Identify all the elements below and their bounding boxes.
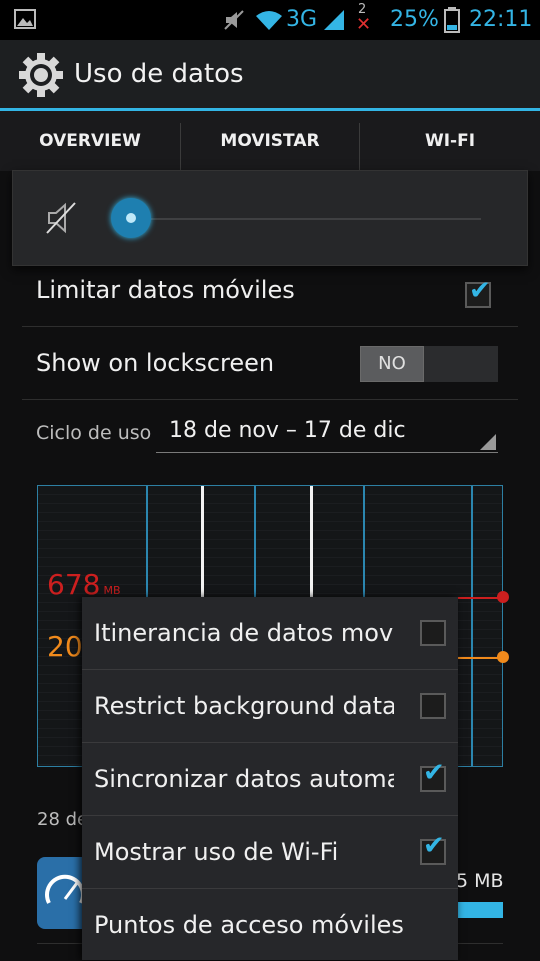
status-bar: 3G 2 ✕ 25% 22:11	[0, 0, 540, 40]
chart-gridline	[471, 486, 473, 766]
lockscreen-toggle[interactable]: NO	[360, 346, 498, 382]
usage-cycle-label: Ciclo de uso	[36, 422, 152, 444]
clock: 22:11	[469, 7, 533, 32]
network-type: 3G	[286, 7, 318, 32]
divider	[22, 326, 518, 327]
menu-item-data-roaming[interactable]: Itinerancia de datos mov	[82, 597, 458, 669]
page-title: Uso de datos	[74, 59, 244, 89]
overflow-menu: Itinerancia de datos mov Restrict backgr…	[82, 597, 458, 960]
settings-gear-icon[interactable]	[18, 52, 64, 98]
battery-icon	[444, 7, 460, 33]
volume-thumb-center	[126, 213, 136, 223]
checkmark-icon: ✔	[423, 831, 445, 861]
tab-bar: OVERVIEW MOVISTAR WI-FI	[0, 111, 540, 171]
wifi-icon	[256, 11, 282, 30]
checkmark-icon: ✔	[469, 276, 491, 306]
warning-handle[interactable]	[497, 651, 509, 663]
tab-movistar[interactable]: MOVISTAR	[181, 111, 359, 171]
divider	[22, 399, 518, 400]
menu-checkbox[interactable]	[420, 620, 446, 646]
toggle-thumb: NO	[360, 346, 424, 382]
app-usage-amount: 5 MB	[456, 870, 504, 892]
speedometer-icon	[45, 874, 85, 904]
menu-item-label: Restrict background data	[94, 692, 394, 720]
usage-cycle-value: 18 de nov – 17 de dic	[169, 418, 406, 443]
warning-value[interactable]: 20	[47, 630, 83, 663]
usage-date-range: 28 de	[37, 809, 89, 830]
checkmark-icon: ✔	[423, 758, 445, 788]
warning-line[interactable]	[456, 657, 502, 659]
spinner-arrow-icon	[480, 434, 496, 450]
signal-icon	[324, 10, 344, 30]
limit-mobile-data-checkbox[interactable]: ✔	[463, 278, 493, 308]
menu-item-label: Mostrar uso de Wi-Fi	[94, 838, 339, 866]
tab-overview[interactable]: OVERVIEW	[0, 111, 180, 171]
menu-item-mobile-hotspots[interactable]: Puntos de acceso móviles	[82, 889, 458, 961]
mute-icon	[224, 10, 244, 30]
menu-item-restrict-background[interactable]: Restrict background data	[82, 670, 458, 742]
show-on-lockscreen-label: Show on lockscreen	[36, 349, 275, 377]
limit-handle[interactable]	[497, 591, 509, 603]
menu-checkbox[interactable]	[420, 693, 446, 719]
menu-item-show-wifi-usage[interactable]: Mostrar uso de Wi-Fi ✔	[82, 816, 458, 888]
speaker-muted-icon[interactable]	[45, 201, 79, 235]
action-bar: Uso de datos	[0, 40, 540, 111]
menu-item-label: Itinerancia de datos mov	[94, 619, 394, 647]
volume-panel	[12, 170, 528, 266]
menu-item-label: Puntos de acceso móviles	[94, 911, 404, 939]
app-usage-bar	[456, 902, 503, 918]
menu-item-auto-sync[interactable]: Sincronizar datos automa ✔	[82, 743, 458, 815]
battery-percent: 25%	[390, 7, 439, 32]
limit-line[interactable]	[456, 597, 502, 599]
volume-slider-track[interactable]	[131, 218, 481, 220]
tab-wifi[interactable]: WI-FI	[360, 111, 540, 171]
limit-mobile-data-label: Limitar datos móviles	[36, 276, 295, 304]
usage-cycle-spinner[interactable]: 18 de nov – 17 de dic	[156, 414, 498, 453]
gallery-notification-icon	[14, 9, 36, 29]
menu-item-label: Sincronizar datos automa	[94, 765, 394, 793]
limit-unit: MB	[103, 584, 121, 597]
no-sim-icon: ✕	[356, 14, 372, 35]
volume-slider-thumb[interactable]	[111, 198, 151, 238]
